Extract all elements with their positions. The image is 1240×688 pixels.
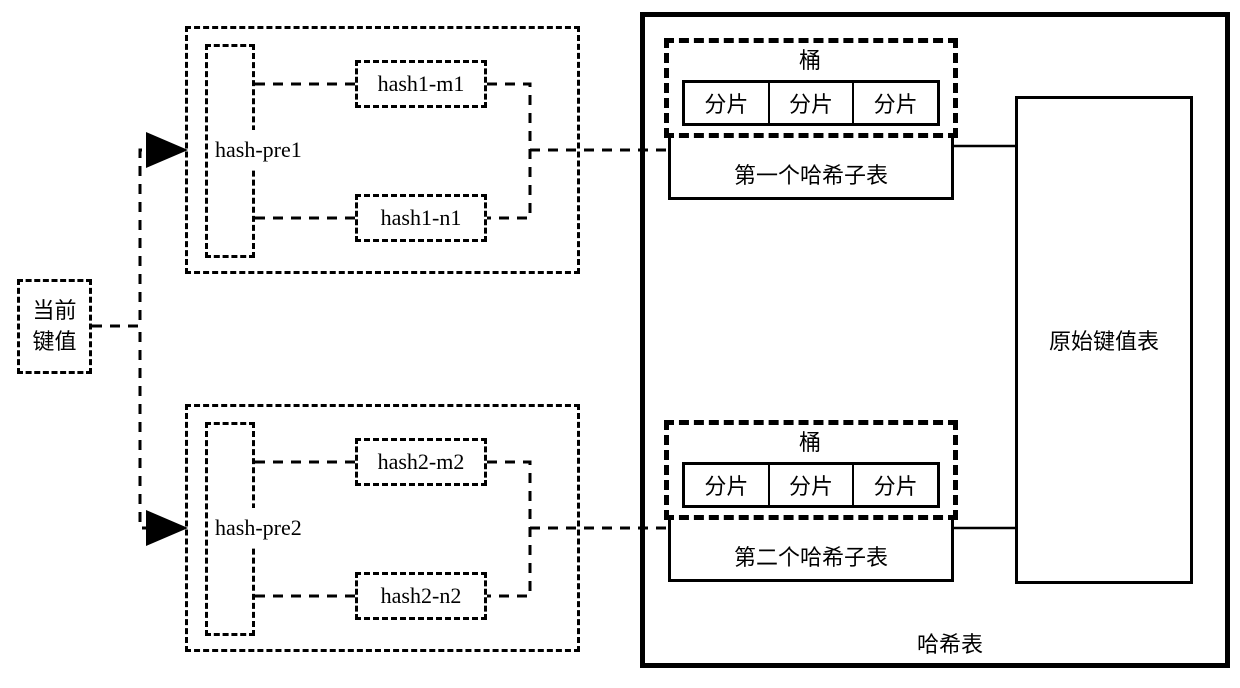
hash-pre2-text: hash-pre2 (215, 515, 302, 541)
shard2-3: 分片 (854, 465, 937, 505)
shard2-1: 分片 (685, 465, 770, 505)
subtable1-label: 第一个哈希子表 (668, 152, 954, 196)
bucket2-label: 桶 (760, 426, 860, 456)
hashtable-label: 哈希表 (900, 628, 1000, 658)
shard2-2: 分片 (770, 465, 855, 505)
hash2-n2-text: hash2-n2 (381, 583, 462, 609)
hash1-m1-box: hash1-m1 (355, 60, 487, 108)
current-key-line1: 当前 (32, 296, 76, 327)
current-key-box: 当前 键值 (17, 279, 92, 374)
shard1-3: 分片 (854, 83, 937, 123)
shards2-row: 分片 分片 分片 (682, 462, 940, 508)
hash1-n1-box: hash1-n1 (355, 194, 487, 242)
original-key-table-text: 原始键值表 (1049, 324, 1159, 356)
hash-pre1-label-box: hash-pre1 (215, 130, 350, 170)
hash2-m2-box: hash2-m2 (355, 438, 487, 486)
hash1-m1-text: hash1-m1 (378, 71, 465, 97)
subtable2-label: 第二个哈希子表 (668, 534, 954, 578)
hash-pre1-text: hash-pre1 (215, 137, 302, 163)
hash-pre2-label-box: hash-pre2 (215, 508, 350, 548)
hash1-n1-text: hash1-n1 (381, 205, 462, 231)
hash2-n2-box: hash2-n2 (355, 572, 487, 620)
shard1-2: 分片 (770, 83, 855, 123)
original-key-table: 原始键值表 (1015, 96, 1193, 584)
bucket1-label: 桶 (760, 44, 860, 74)
shards1-row: 分片 分片 分片 (682, 80, 940, 126)
hash2-m2-text: hash2-m2 (378, 449, 465, 475)
shard1-1: 分片 (685, 83, 770, 123)
current-key-line2: 键值 (32, 327, 76, 358)
